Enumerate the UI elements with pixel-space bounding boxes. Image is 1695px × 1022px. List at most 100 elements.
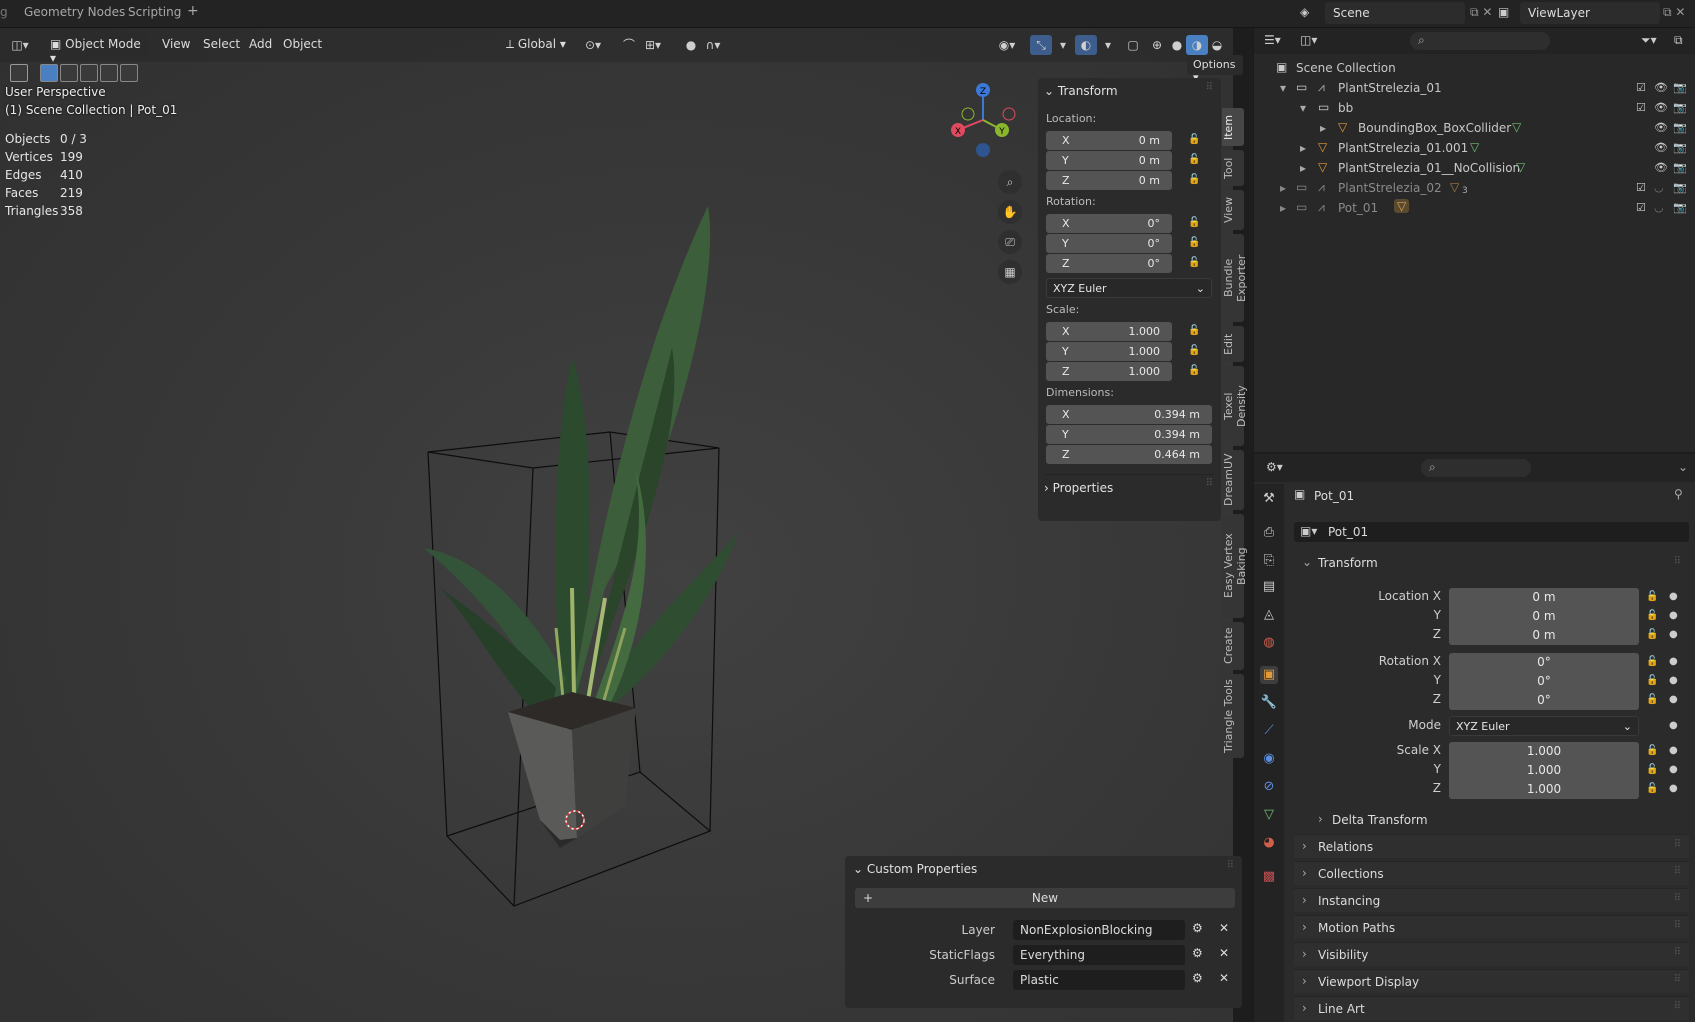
tool-tab-icon[interactable]: ⚒	[1260, 490, 1278, 508]
rotation-x-field[interactable]: 0°	[1449, 653, 1639, 672]
data-tab-icon[interactable]: ▽	[1260, 806, 1278, 824]
custom-properties-header[interactable]: ⌄ Custom Properties	[853, 862, 977, 876]
list-item[interactable]: ▸ ▭ ⩘ Pot_01 ▽ ☑ ◡ 📷	[1254, 198, 1695, 218]
tab-triangle-tools[interactable]: Triangle Tools	[1222, 674, 1244, 758]
location-y-field[interactable]: 0 m	[1449, 607, 1639, 626]
list-item[interactable]: ▣ Scene Collection	[1254, 58, 1695, 78]
lock-icon[interactable]: 🔓	[1646, 764, 1658, 775]
chevron-down-icon[interactable]: ⌄	[1678, 460, 1688, 474]
scale-z-field[interactable]: 1.000	[1449, 780, 1639, 799]
camera-view-icon[interactable]: ⎚	[998, 230, 1022, 254]
checkbox-icon[interactable]: ☑	[1636, 201, 1646, 214]
scale-x-field[interactable]: 1.000	[1449, 742, 1639, 761]
rotation-y-field[interactable]: Y 0°	[1046, 234, 1172, 253]
list-item[interactable]: ▾ ▭ ⩘ PlantStrelezia_01 ☑ 👁 📷	[1254, 78, 1695, 98]
lock-icon[interactable]: 🔓	[1646, 694, 1658, 705]
relations-section[interactable]: › Relations ⠿	[1294, 834, 1689, 858]
tab-bundle-exporter[interactable]: Bundle Exporter	[1222, 234, 1248, 322]
chevron-right-icon[interactable]: ▸	[1320, 121, 1326, 135]
tab-edit[interactable]: Edit	[1222, 326, 1244, 362]
location-x-field[interactable]: 0 m	[1449, 588, 1639, 607]
keyframe-dot-icon[interactable]: ●	[1669, 745, 1678, 756]
tab-item[interactable]: Item	[1222, 108, 1244, 146]
lock-icon[interactable]: 🔓	[1646, 783, 1658, 794]
drag-grip-icon[interactable]: ⠿	[1206, 478, 1213, 489]
view-layer-tab-icon[interactable]: ▤	[1260, 578, 1278, 596]
new-view-layer-icon[interactable]: ⧉ ✕	[1663, 5, 1685, 20]
lock-icon[interactable]: 🔓	[1646, 610, 1658, 621]
checkbox-icon[interactable]: ☑	[1636, 181, 1646, 194]
viewport-display-section[interactable]: › Viewport Display ⠿	[1294, 969, 1689, 993]
list-item[interactable]: ▾ ▭ bb ☑ 👁 📷	[1254, 98, 1695, 118]
close-icon[interactable]: ✕	[1219, 921, 1229, 935]
tab-view[interactable]: View	[1222, 190, 1244, 230]
lock-icon[interactable]: 🔓	[1646, 745, 1658, 756]
object-datablock-field[interactable]: ▣▾ Pot_01	[1294, 522, 1689, 542]
tab-create[interactable]: Create	[1222, 622, 1244, 670]
dimension-z-field[interactable]: Z 0.464 m	[1046, 445, 1212, 464]
instancing-section[interactable]: › Instancing ⠿	[1294, 888, 1689, 912]
keyframe-dot-icon[interactable]: ●	[1669, 610, 1678, 621]
tab-tool[interactable]: Tool	[1222, 150, 1244, 186]
display-mode-icon[interactable]: ◫▾	[1300, 33, 1317, 47]
render-tab-icon[interactable]: ⎙	[1260, 524, 1278, 542]
keyframe-dot-icon[interactable]: ●	[1669, 675, 1678, 686]
rotation-x-field[interactable]: X 0°	[1046, 214, 1172, 233]
lock-icon[interactable]: 🔓	[1188, 154, 1202, 166]
rotation-y-field[interactable]: 0°	[1449, 672, 1639, 691]
lock-icon[interactable]: 🔓	[1188, 237, 1202, 249]
properties-search-input[interactable]: ⌕	[1421, 459, 1531, 477]
lock-icon[interactable]: 🔓	[1188, 325, 1202, 337]
scale-x-field[interactable]: X 1.000	[1046, 322, 1172, 341]
camera-icon[interactable]: 📷	[1673, 121, 1687, 134]
lock-icon[interactable]: 🔓	[1188, 257, 1202, 269]
gear-icon[interactable]: ⚙	[1192, 971, 1203, 985]
output-tab-icon[interactable]: ⎘	[1260, 552, 1278, 570]
close-icon[interactable]: ✕	[1219, 946, 1229, 960]
tab-geometry-nodes[interactable]: Geometry Nodes	[24, 5, 125, 19]
keyframe-dot-icon[interactable]: ●	[1669, 591, 1678, 602]
gear-icon[interactable]: ⚙	[1192, 921, 1203, 935]
eye-closed-icon[interactable]: ◡	[1654, 181, 1664, 194]
delta-transform-header[interactable]: › Delta Transform	[1310, 809, 1689, 831]
line-art-section[interactable]: › Line Art ⠿	[1294, 996, 1689, 1020]
constraints-tab-icon[interactable]: ⊘	[1260, 778, 1278, 796]
chevron-right-icon[interactable]: ▸	[1280, 181, 1286, 195]
scale-z-field[interactable]: Z 1.000	[1046, 362, 1172, 381]
keyframe-dot-icon[interactable]: ●	[1669, 720, 1678, 731]
lock-icon[interactable]: 🔓	[1188, 345, 1202, 357]
rotation-z-field[interactable]: 0°	[1449, 691, 1639, 710]
location-z-field[interactable]: Z0 m	[1046, 171, 1172, 190]
motion-paths-section[interactable]: › Motion Paths ⠿	[1294, 915, 1689, 939]
dimension-y-field[interactable]: Y 0.394 m	[1046, 425, 1212, 444]
world-tab-icon[interactable]: ◍	[1260, 634, 1278, 652]
drag-grip-icon[interactable]: ⠿	[1206, 82, 1213, 93]
view-layer-selector[interactable]: ViewLayer	[1520, 2, 1660, 24]
camera-icon[interactable]: 📷	[1673, 81, 1687, 94]
staticflags-value-field[interactable]: Everything	[1013, 945, 1185, 965]
editor-type-icon[interactable]: ⚙▾	[1266, 460, 1283, 474]
particles-tab-icon[interactable]: ⟋	[1260, 722, 1278, 740]
lock-icon[interactable]: 🔓	[1188, 217, 1202, 229]
new-collection-icon[interactable]: ⧉	[1674, 33, 1683, 48]
location-z-field[interactable]: 0 m	[1449, 626, 1639, 645]
checkbox-icon[interactable]: ☑	[1636, 101, 1646, 114]
eye-icon[interactable]: 👁	[1654, 101, 1668, 114]
tab-scripting[interactable]: Scripting	[128, 5, 181, 19]
chevron-right-icon[interactable]: ▸	[1280, 201, 1286, 215]
lock-icon[interactable]: 🔓	[1188, 134, 1202, 146]
rotation-mode-dropdown[interactable]: XYZ Euler ⌄	[1046, 278, 1212, 298]
rotation-z-field[interactable]: Z 0°	[1046, 254, 1172, 273]
checkbox-icon[interactable]: ☑	[1636, 81, 1646, 94]
view-layer-icon[interactable]: ▣	[1498, 5, 1509, 19]
keyframe-dot-icon[interactable]: ●	[1669, 656, 1678, 667]
outliner-search-input[interactable]: ⌕	[1410, 32, 1550, 50]
camera-icon[interactable]: 📷	[1673, 161, 1687, 174]
location-x-field[interactable]: X0 m	[1046, 131, 1172, 150]
list-item[interactable]: ▸ ▽ PlantStrelezia_01__NoCollision ▽ 👁 📷	[1254, 158, 1695, 178]
add-workspace-button[interactable]: +	[187, 3, 199, 19]
camera-icon[interactable]: 📷	[1673, 141, 1687, 154]
lock-icon[interactable]: 🔓	[1646, 656, 1658, 667]
navigation-gizmo[interactable]: Z X Y	[940, 80, 1020, 165]
location-y-field[interactable]: Y0 m	[1046, 151, 1172, 170]
